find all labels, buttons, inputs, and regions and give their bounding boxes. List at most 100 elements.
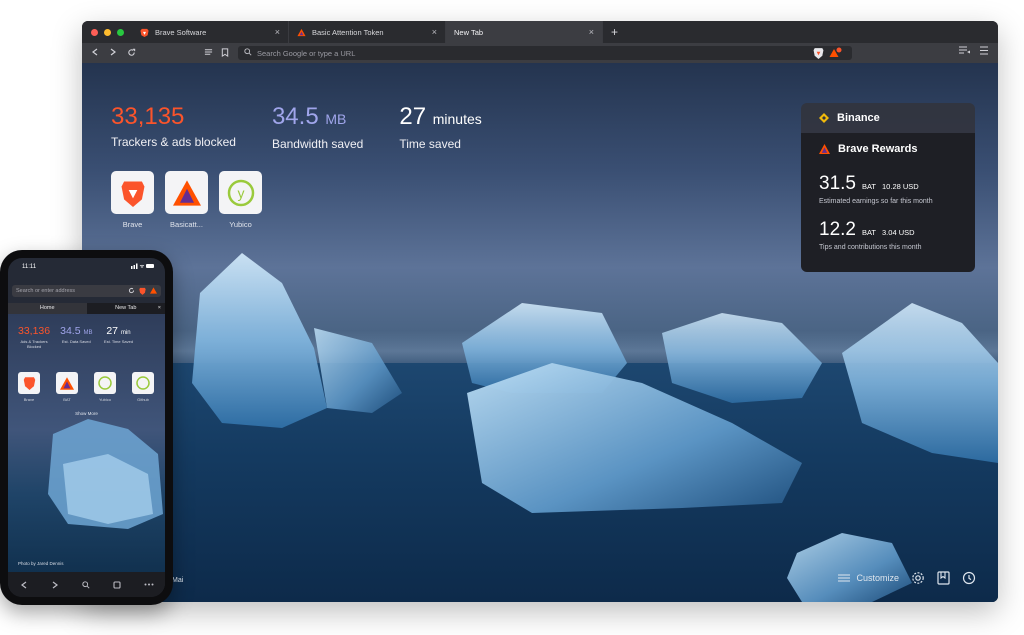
phone-site-yubico[interactable]: Yubico — [94, 372, 116, 402]
stat-label: Est. Time Saved — [103, 339, 134, 344]
site-label: Brave — [122, 220, 143, 229]
stat-unit: min — [120, 330, 131, 336]
tabs-icon[interactable] — [112, 580, 121, 589]
site-label: Github — [137, 397, 149, 402]
site-label: Basicatt... — [170, 220, 203, 229]
rewards-bat-icon[interactable] — [150, 287, 157, 294]
phone-status-bar: 11:11 — [8, 258, 165, 276]
phone-site-brave[interactable]: Brave — [18, 372, 40, 402]
bat-triangle-icon — [819, 144, 830, 154]
more-menu-icon[interactable] — [144, 583, 154, 586]
reload-icon[interactable] — [128, 287, 135, 294]
phone-tab-new-tab[interactable]: New Tab × — [86, 303, 165, 314]
toolbar: Search Google or type a URL — [82, 43, 998, 63]
top-site-brave[interactable]: Brave — [111, 171, 154, 229]
brave-shields-icon[interactable] — [139, 287, 146, 295]
toolbar-right — [959, 46, 988, 57]
phone-stats: 33,136 Ads & Trackers Blocked 34.5 MB Es… — [18, 325, 134, 349]
tab-basic-attention-token[interactable]: Basic Attention Token × — [289, 21, 446, 43]
site-label: BAT — [63, 397, 71, 402]
top-site-yubico[interactable]: y Yubico — [219, 171, 262, 229]
bookmarks-icon[interactable] — [937, 571, 950, 585]
tab-new-tab[interactable]: New Tab × — [446, 21, 603, 43]
tab-close-icon[interactable]: × — [158, 303, 161, 314]
tab-close-icon[interactable]: × — [275, 27, 280, 37]
rewards-title-text: Brave Rewards — [838, 143, 918, 155]
phone-site-github[interactable]: Github — [132, 372, 154, 402]
settings-gear-icon[interactable] — [911, 571, 925, 585]
maximize-window-button[interactable] — [117, 28, 124, 36]
site-tile[interactable] — [18, 372, 40, 394]
binance-widget-header[interactable]: Binance — [801, 103, 975, 133]
phone-stat-data: 34.5 MB Est. Data Saved — [60, 325, 92, 349]
site-tile[interactable] — [94, 372, 116, 394]
customize-button[interactable]: Customize — [838, 573, 899, 583]
yubico-icon: y — [227, 179, 254, 206]
site-tile[interactable] — [132, 372, 154, 394]
history-icon[interactable] — [962, 571, 976, 585]
tips-usd: 3.04 USD — [882, 228, 915, 237]
tab-close-icon[interactable]: × — [589, 27, 594, 37]
site-tile[interactable] — [165, 171, 208, 214]
search-icon[interactable] — [81, 580, 90, 589]
site-tile[interactable] — [56, 372, 78, 394]
menu-icon[interactable] — [980, 46, 988, 57]
stat-value: 27 min — [102, 325, 134, 337]
stat-value: 27 minutes — [399, 103, 481, 133]
forward-icon[interactable] — [104, 48, 122, 58]
brave-rewards-widget[interactable]: Brave Rewards 31.5 BAT 10.28 USD Estimat… — [801, 133, 975, 272]
reload-icon[interactable] — [122, 48, 140, 59]
github-icon — [136, 376, 150, 390]
back-icon[interactable] — [86, 48, 104, 58]
bookmark-icon[interactable] — [216, 47, 234, 59]
rewards-title: Brave Rewards — [819, 143, 957, 155]
signal-wifi-battery-icon — [131, 263, 155, 271]
phone-tab-title: New Tab — [115, 305, 137, 311]
back-icon[interactable] — [20, 581, 28, 589]
phone-tab-home[interactable]: Home — [8, 303, 87, 314]
reader-mode-icon[interactable] — [199, 48, 217, 59]
site-tile[interactable]: y — [219, 171, 262, 214]
phone-address-placeholder: Search or enter address — [16, 288, 76, 294]
rewards-bat-icon[interactable] — [829, 47, 842, 61]
phone-bottom-toolbar — [8, 572, 165, 597]
stat-number: 27 — [106, 325, 119, 337]
new-tab-page: 33,135 Trackers & ads blocked 34.5 MB Ba… — [82, 63, 998, 602]
stat-value: 34.5 MB — [60, 325, 92, 337]
stats-panel: 33,135 Trackers & ads blocked 34.5 MB Ba… — [111, 103, 482, 151]
forward-icon[interactable] — [51, 581, 59, 589]
brave-shields-icon[interactable] — [813, 47, 824, 61]
photo-credit[interactable]: Mai — [172, 577, 183, 584]
stat-value: 33,135 — [111, 103, 185, 130]
tab-brave-software[interactable]: Brave Software × — [132, 21, 289, 43]
stat-time-saved: 27 minutes Time saved — [399, 103, 481, 151]
phone-tab-strip: Home New Tab × — [8, 303, 165, 314]
bottom-controls: Customize — [838, 571, 976, 585]
stat-unit: minutes — [432, 111, 482, 127]
show-more-link[interactable]: Show More — [8, 411, 165, 416]
phone-address-bar[interactable]: Search or enter address — [12, 285, 161, 297]
rewards-earnings: 31.5 BAT 10.28 USD — [819, 173, 957, 195]
new-tab-button[interactable]: + — [603, 21, 626, 43]
stat-unit: MB — [325, 111, 347, 127]
phone-photo-credit[interactable]: Photo by Jared Dennis — [18, 561, 64, 566]
earnings-unit: BAT — [861, 182, 877, 191]
stat-number: 34.5 — [60, 325, 81, 337]
site-label: Brave — [23, 397, 35, 402]
tab-title: Brave Software — [155, 27, 207, 37]
address-placeholder: Search Google or type a URL — [257, 48, 356, 58]
tab-close-icon[interactable]: × — [432, 27, 437, 37]
brave-lion-icon — [140, 28, 149, 37]
stat-label: Ads & Trackers Blocked — [20, 339, 48, 349]
site-tile[interactable] — [111, 171, 154, 214]
address-bar[interactable]: Search Google or type a URL — [238, 46, 852, 60]
close-window-button[interactable] — [91, 28, 98, 36]
customize-icon — [838, 574, 851, 582]
top-site-basicattention[interactable]: Basicatt... — [165, 171, 208, 229]
phone-screen: 11:11 Search or enter address Home New T… — [8, 258, 165, 597]
stat-value: 33,136 — [18, 325, 51, 337]
playlist-icon[interactable] — [959, 46, 970, 57]
minimize-window-button[interactable] — [104, 28, 111, 36]
phone-site-bat[interactable]: BAT — [56, 372, 78, 402]
bat-triangle-icon — [297, 28, 306, 36]
